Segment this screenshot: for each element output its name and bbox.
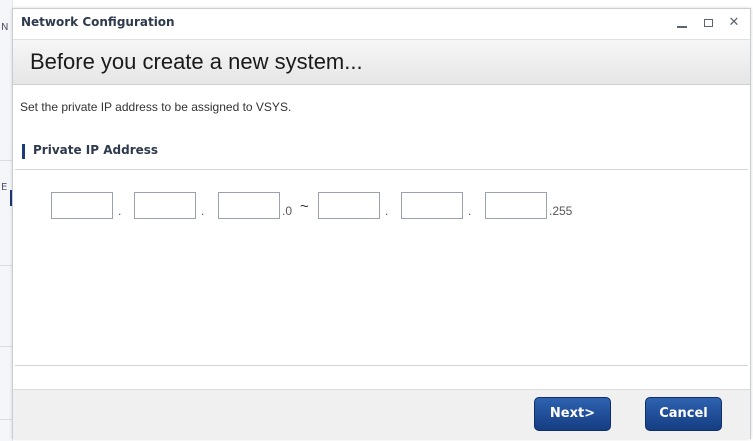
background-text-fragment: N [1,22,9,33]
maximize-button[interactable] [700,15,716,31]
section-divider [15,169,748,170]
minimize-icon [677,26,687,28]
page-heading: Before you create a new system... [30,49,363,74]
ip-dot: . [118,204,122,218]
background-divider [0,419,12,420]
ip-start-octet-3-input[interactable] [218,192,280,219]
ip-dot: . [201,204,205,218]
section-accent-bar [22,144,25,159]
background-divider [0,346,12,347]
content-divider [15,365,748,366]
background-text-fragment: E [1,182,8,193]
close-button[interactable]: ✕ [726,15,742,31]
dialog-header: Before you create a new system... [13,39,750,85]
dialog-title: Network Configuration [21,15,175,29]
ip-start-suffix: .0 [282,204,293,218]
ip-start-octet-1-input[interactable] [51,192,113,219]
ip-end-octet-2-input[interactable] [401,192,463,219]
next-button[interactable]: Next> [534,397,611,431]
section-heading: Private IP Address [22,143,159,159]
dialog-titlebar[interactable]: Network Configuration ✕ [13,9,750,39]
ip-dot: . [468,204,472,218]
minimize-button[interactable] [674,15,690,31]
section-heading-label: Private IP Address [33,143,159,157]
ip-end-octet-1-input[interactable] [318,192,380,219]
ip-end-suffix: .255 [549,204,573,218]
maximize-icon [704,19,713,27]
range-separator: ~ [300,198,309,215]
ip-end-octet-3-input[interactable] [485,192,547,219]
network-configuration-dialog: Network Configuration ✕ Before you creat… [12,8,751,439]
cancel-button[interactable]: Cancel [645,397,722,431]
background-divider [0,265,12,266]
close-icon: ✕ [728,15,740,30]
instruction-text: Set the private IP address to be assigne… [20,100,292,114]
dialog-footer: Next> Cancel [13,389,750,439]
ip-dot: . [385,204,389,218]
background-divider [0,160,12,161]
ip-start-octet-2-input[interactable] [134,192,196,219]
